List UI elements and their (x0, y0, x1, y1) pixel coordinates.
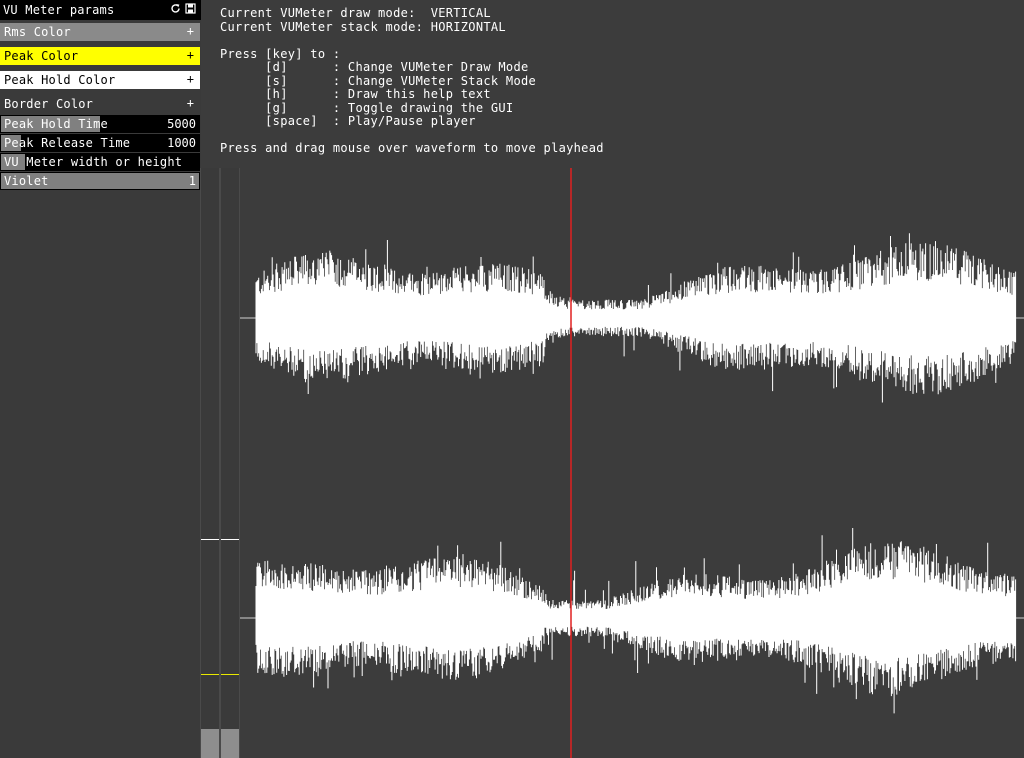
peak-hold-time-value: 5000 (167, 117, 196, 131)
help-line: Current VUMeter stack mode: HORIZONTAL (220, 19, 506, 34)
expand-icon[interactable]: + (187, 72, 194, 86)
peak-hold-color-label: Peak Hold Color (4, 73, 116, 87)
peak-release-time-label: Peak Release Time (4, 136, 131, 150)
waveform-channel-1[interactable] (255, 233, 1017, 403)
vu-meter-size-label: VU Meter width or height (4, 155, 183, 169)
help-line: [space] : Play/Pause player (220, 114, 476, 128)
violet-slider[interactable]: Violet 1 (0, 172, 200, 190)
help-line: Press and drag mouse over waveform to mo… (220, 141, 604, 155)
peak-color-label: Peak Color (4, 49, 79, 63)
expand-icon[interactable]: + (187, 96, 194, 110)
vu-meter-size-slider[interactable]: VU Meter width or height (0, 153, 200, 171)
violet-label: Violet (4, 174, 49, 188)
help-line (220, 129, 604, 143)
expand-icon[interactable]: + (187, 48, 194, 62)
app-window: VU Meter params Rms Color + Peak Color +… (0, 0, 1024, 758)
peak-release-time-value: 1000 (167, 136, 196, 150)
help-line: [g] : Toggle drawing the GUI (220, 100, 514, 115)
waveform-channel-2[interactable] (255, 528, 1017, 714)
help-line (220, 34, 604, 48)
border-color-label: Border Color (4, 97, 94, 111)
help-line: Press [key] to : (220, 46, 341, 61)
help-line: [s] : Change VUMeter Stack Mode (220, 73, 537, 88)
help-line: Current VUMeter draw mode: VERTICAL (220, 6, 491, 20)
rms-color-label: Rms Color (4, 25, 71, 39)
peak-release-time-slider[interactable]: Peak Release Time 1000 (0, 134, 200, 152)
violet-value: 1 (188, 174, 196, 188)
help-text: Current VUMeter draw mode: VERTICAL Curre… (220, 6, 604, 156)
expand-icon[interactable]: + (187, 24, 194, 38)
peak-hold-time-slider[interactable]: Peak Hold Time 5000 (0, 115, 200, 133)
peak-hold-time-label: Peak Hold Time (4, 117, 108, 131)
help-line: [d] : Change VUMeter Draw Mode (220, 60, 529, 74)
help-line: [h] : Draw this help text (220, 87, 491, 101)
